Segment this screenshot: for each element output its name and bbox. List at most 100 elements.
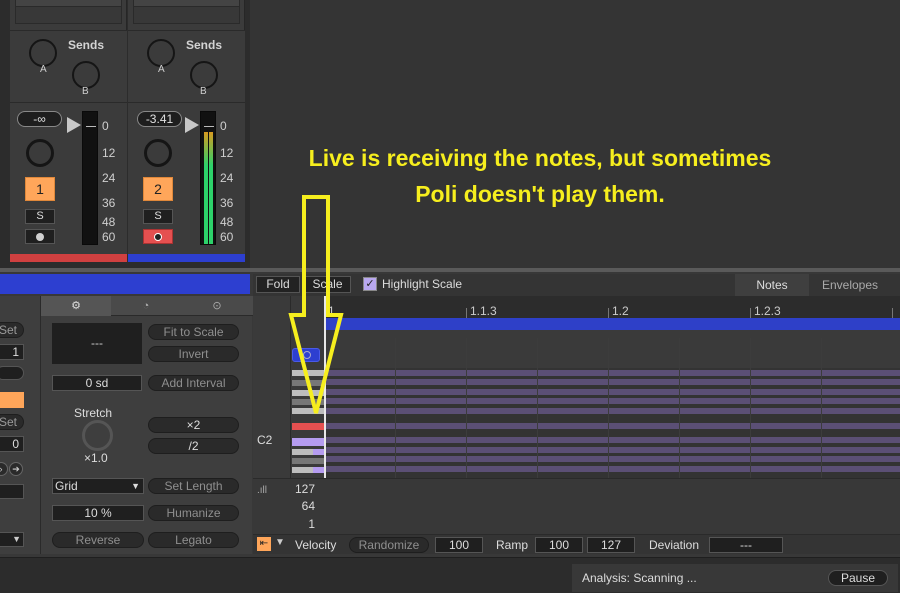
play-arrow-icon[interactable] [185, 117, 199, 133]
send-b-knob[interactable] [72, 61, 100, 89]
legato-button[interactable]: Legato [148, 532, 239, 548]
track-1-slot[interactable] [15, 6, 122, 24]
pause-button[interactable]: Pause [828, 570, 888, 586]
velocity-icon[interactable]: .ıll [257, 485, 267, 496]
track-2-activator[interactable]: 2 [143, 177, 173, 201]
meter-tick: 48 [102, 215, 116, 229]
ramp-label: Ramp [496, 538, 529, 552]
note-lane [325, 437, 900, 443]
generate-tab-icon[interactable]: ⊙ [181, 296, 253, 316]
tab-notes[interactable]: Notes [735, 274, 809, 296]
track-2-pan-knob[interactable] [144, 139, 172, 167]
fit-to-scale-button[interactable]: Fit to Scale [148, 324, 239, 340]
meter-tick: 60 [220, 230, 234, 244]
toggle-1[interactable] [0, 366, 24, 380]
loop-brace[interactable] [325, 318, 900, 330]
status-bar: Analysis: Scanning ... Pause [0, 557, 900, 593]
record-arm-icon [154, 233, 162, 241]
timeline-ruler[interactable]: 1 1.1.3 1.2 1.2.3 [325, 296, 900, 318]
nudge-left-icon[interactable]: › [0, 462, 8, 476]
grid-label: Grid [55, 479, 78, 493]
track-2-volume[interactable]: -3.41 [137, 111, 182, 127]
analysis-status: Analysis: Scanning ... [582, 571, 697, 585]
track-2-solo[interactable]: S [143, 209, 173, 224]
grid-line [750, 338, 751, 478]
meter-tick: 48 [220, 215, 234, 229]
send-b-knob[interactable] [190, 61, 218, 89]
nudge-right-icon[interactable]: ➔ [9, 462, 23, 476]
note-lane [325, 447, 900, 453]
field-3[interactable] [0, 484, 24, 499]
meter-tick: 60 [102, 230, 116, 244]
double-button[interactable]: ×2 [148, 417, 239, 433]
clip-title-bar[interactable] [0, 274, 250, 294]
velocity-tick: 127 [294, 482, 315, 496]
set-length-button[interactable]: Set Length [148, 478, 239, 494]
tools-tab-bar: ⚙ ◔ ⊙ [41, 296, 253, 316]
note-lane [325, 398, 900, 404]
note-lane [325, 370, 900, 376]
send-a-label: A [158, 64, 165, 75]
velocity-label: Velocity [295, 538, 337, 552]
sd-field[interactable]: 0 sd [52, 375, 142, 391]
velocity-chevron-icon[interactable]: ▼ [275, 537, 285, 548]
ruler-mark: 1.2 [612, 304, 629, 318]
humanize-button[interactable]: Humanize [148, 505, 239, 521]
track-1-pan-knob[interactable] [26, 139, 54, 167]
highlight-scale-checkbox[interactable]: ✓ [363, 277, 377, 291]
tab-envelopes[interactable]: Envelopes [810, 274, 890, 296]
humanize-amount[interactable]: 10 % [52, 505, 144, 521]
ramp-start-field[interactable]: 100 [535, 537, 583, 553]
track-2-slot[interactable] [133, 6, 240, 24]
value-2[interactable]: 0 [0, 436, 24, 452]
piano-key[interactable] [292, 438, 324, 446]
randomize-button[interactable]: Randomize [349, 537, 429, 553]
transform-tab-icon[interactable]: ◔ [111, 296, 181, 316]
sliders-tab-icon[interactable]: ⚙ [41, 296, 111, 316]
invert-button[interactable]: Invert [148, 346, 239, 362]
left-edge-panel: Set 1 Set 0 › ➔ ▼ [0, 296, 40, 554]
track-1-solo[interactable]: S [25, 209, 55, 224]
velocity-lane: .ıll 127 64 1 [253, 478, 900, 534]
track-2-arm[interactable] [143, 229, 173, 244]
track-1-mixer: -∞ 1 S 0 12 24 36 48 60 [10, 102, 127, 254]
c2-label: C2 [257, 433, 273, 447]
velocity-tick: 1 [308, 517, 315, 531]
meter-tick: 0 [220, 119, 227, 133]
dropdown-arrow-icon[interactable]: ▼ [0, 532, 24, 547]
grid-line [679, 338, 680, 478]
link-icon[interactable]: ⇤ [257, 537, 271, 551]
stretch-knob[interactable] [82, 420, 113, 451]
half-button[interactable]: /2 [148, 438, 239, 454]
track-1-arm[interactable] [25, 229, 55, 244]
add-interval-button[interactable]: Add Interval [148, 375, 239, 391]
grid-dropdown[interactable]: Grid ▼ [52, 478, 144, 494]
annotation-line-1: Live is receiving the notes, but sometim… [308, 145, 772, 171]
track-1-volume[interactable]: -∞ [17, 111, 62, 127]
clip-header-area [325, 330, 900, 368]
reverse-button[interactable]: Reverse [52, 532, 144, 548]
track-1-strip: Sends A B -∞ 1 S 0 12 24 36 48 60 [10, 0, 127, 262]
track-1-activator[interactable]: 1 [25, 177, 55, 201]
meter-tick: 36 [102, 196, 116, 210]
piano-key[interactable] [292, 458, 324, 464]
ramp-end-field[interactable]: 127 [587, 537, 635, 553]
piano-key-highlighted[interactable] [292, 423, 324, 430]
value-1[interactable]: 1 [0, 344, 24, 360]
meter-tick: 12 [220, 146, 234, 160]
velocity-tick: 64 [301, 499, 315, 513]
track-1-meter [82, 111, 98, 245]
set-button-1[interactable]: Set [0, 322, 24, 338]
track-1-sends: Sends A B [10, 30, 127, 102]
play-arrow-icon[interactable] [67, 117, 81, 133]
highlight-scale-label: Highlight Scale [382, 277, 463, 291]
send-a-label: A [40, 64, 47, 75]
velocity-value[interactable]: 100 [435, 537, 483, 553]
note-lane [325, 466, 900, 472]
deviation-field[interactable]: --- [709, 537, 783, 553]
stretch-label: Stretch [74, 406, 113, 420]
send-a-knob[interactable] [29, 39, 57, 67]
orange-toggle[interactable] [0, 392, 24, 408]
send-a-knob[interactable] [147, 39, 175, 67]
set-button-2[interactable]: Set [0, 414, 24, 430]
